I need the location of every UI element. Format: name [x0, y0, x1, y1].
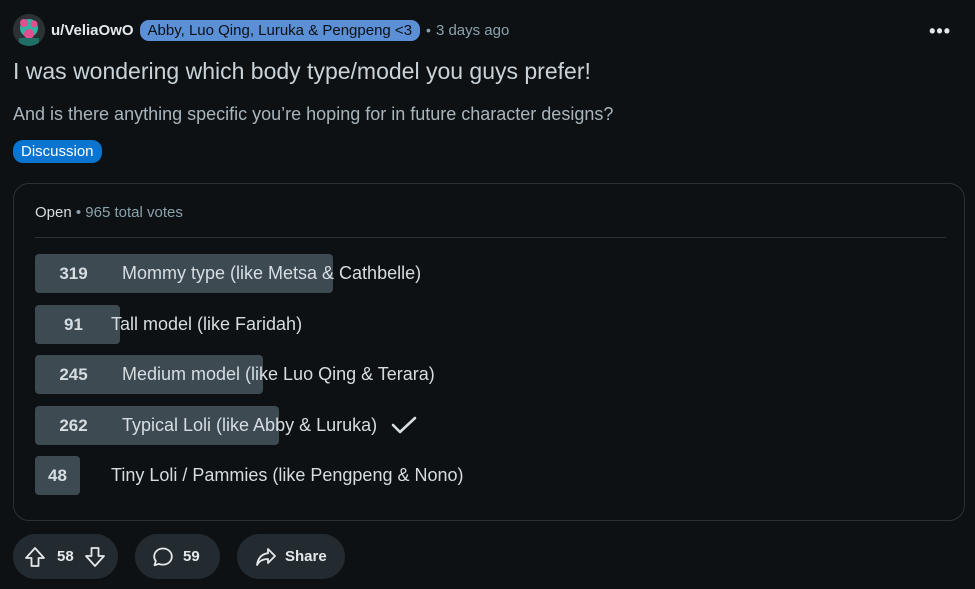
poll-open-label: Open: [35, 204, 72, 221]
poll-option-label: Tall model (like Faridah): [111, 314, 303, 334]
poll-option-count: 262: [59, 416, 88, 435]
meta-separator: •: [426, 22, 431, 38]
selected-checkmark-icon: [391, 416, 417, 434]
vote-pill: 58: [13, 534, 118, 579]
downvote-icon[interactable]: [83, 545, 107, 569]
poll-divider: [35, 237, 946, 238]
poll-option-label: Tiny Loli / Pammies (like Pengpeng & Non…: [111, 465, 464, 485]
poll-option: 262 Typical Loli (like Abby & Luruka): [35, 406, 935, 445]
post-body: And is there anything specific you’re ho…: [13, 104, 614, 124]
user-flair: Abby, Luo Qing, Luruka & Pengpeng <3: [139, 19, 421, 41]
share-button[interactable]: Share: [237, 534, 345, 579]
poll-option-label: Medium model (like Luo Qing & Terara): [122, 364, 435, 384]
poll-status: Open • 965 total votes: [35, 204, 183, 221]
poll-option: 245 Medium model (like Luo Qing & Terara…: [35, 355, 935, 394]
poll-option: 319 Mommy type (like Metsa & Cathbelle): [35, 254, 935, 293]
poll-option-label: Typical Loli (like Abby & Luruka): [122, 415, 378, 435]
poll-total-votes: • 965 total votes: [75, 204, 183, 221]
poll-option-count: 245: [59, 365, 88, 384]
comment-icon: [153, 547, 173, 566]
username-link[interactable]: u/VeliaOwO: [51, 22, 134, 39]
post-actions: 58 59 Share: [13, 534, 345, 579]
upvote-icon[interactable]: [23, 545, 47, 569]
more-options-icon[interactable]: •••: [929, 21, 951, 42]
post-age: 3 days ago: [435, 21, 510, 39]
poll-option: 91 Tall model (like Faridah): [35, 305, 935, 344]
post-flair-tag[interactable]: Discussion: [13, 140, 102, 163]
avatar[interactable]: [13, 14, 45, 46]
poll-option-label: Mommy type (like Metsa & Cathbelle): [122, 263, 422, 283]
post-title: I was wondering which body type/model yo…: [13, 58, 591, 84]
comment-count: 59: [183, 548, 200, 565]
share-label: Share: [285, 548, 327, 565]
poll-option-count: 91: [64, 315, 83, 334]
avatar-image: [13, 14, 45, 46]
poll-option: 48 Tiny Loli / Pammies (like Pengpeng & …: [35, 456, 935, 495]
vote-count: 58: [57, 548, 74, 565]
poll-option-count: 48: [48, 466, 67, 485]
poll-option-count: 319: [59, 264, 88, 283]
poll-container: Open • 965 total votes 319 Mommy type (l…: [13, 183, 965, 521]
comments-button[interactable]: 59: [135, 534, 220, 579]
share-icon: [256, 547, 276, 566]
post-header: u/VeliaOwO Abby, Luo Qing, Luruka & Peng…: [13, 13, 963, 47]
